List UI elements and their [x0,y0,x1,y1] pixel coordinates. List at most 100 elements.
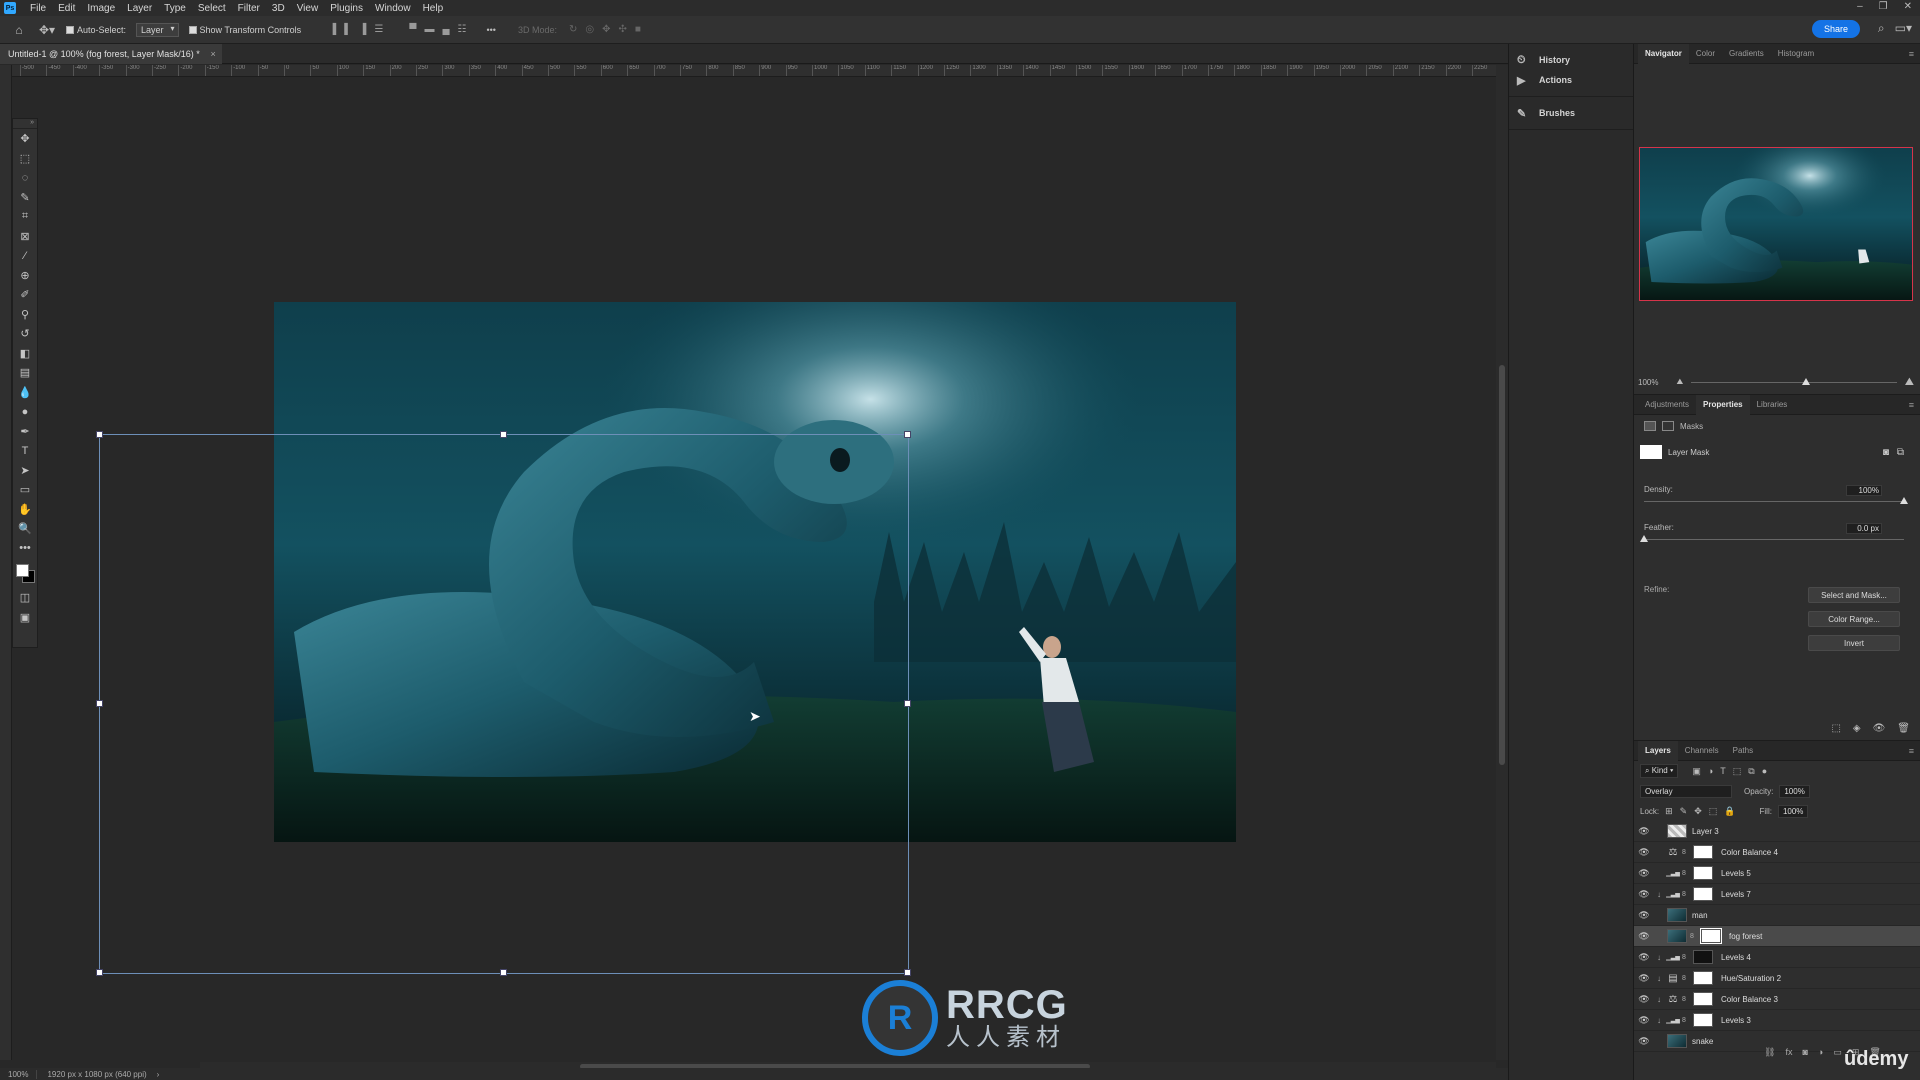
add-mask-icon[interactable]: ◙ [1802,1047,1807,1058]
more-options-button[interactable]: ••• [487,25,496,35]
visibility-eye-icon[interactable]: 👁 [1634,994,1654,1005]
navigator-zoom-value[interactable]: 100% [1638,378,1658,387]
show-transform-option[interactable]: Show Transform Controls [188,25,301,35]
workspace-icon[interactable]: ▭▾ [1895,21,1912,36]
vertical-scroll-thumb[interactable] [1499,365,1505,765]
move-tool-preset-icon[interactable]: ✥▾ [38,21,56,39]
layer-mask-thumbnail[interactable] [1693,1013,1713,1027]
screen-mode-icon[interactable]: ▣ [13,608,37,628]
menu-file[interactable]: File [24,3,52,14]
visibility-eye-icon[interactable]: 👁 [1634,847,1654,858]
zoom-tool-icon[interactable]: 🔍 [13,519,37,539]
navigator-zoom-slider[interactable] [1691,377,1897,385]
marquee-tool-icon[interactable]: ⬚ [13,149,37,169]
visibility-eye-icon[interactable]: 👁 [1634,973,1654,984]
layer-row[interactable]: 👁 ⚖ 8 Color Balance 4 [1634,842,1920,863]
vertical-scrollbar[interactable] [1496,65,1508,1060]
home-icon[interactable]: ⌂ [10,21,28,39]
mask-link-icon[interactable]: 8 [1682,975,1690,982]
visibility-eye-icon[interactable]: 👁 [1634,931,1654,942]
blend-mode-select[interactable]: Overlay [1640,784,1732,798]
filter-type-icon[interactable]: T [1720,766,1726,777]
transform-handle-left[interactable] [96,700,103,707]
feather-slider[interactable] [1644,539,1904,540]
color-range-button[interactable]: Color Range... [1808,611,1900,627]
canvas-area[interactable]: ➤ [40,78,1496,1060]
layer-row[interactable]: 👁 ▁▃▅ 8 Levels 5 [1634,863,1920,884]
vertical-ruler[interactable] [0,65,12,1060]
tab-libraries[interactable]: Libraries [1750,395,1795,415]
layers-menu-icon[interactable]: ≡ [1909,746,1914,756]
history-panel-button[interactable]: ⏲ History [1509,50,1633,70]
crop-tool-icon[interactable]: ⌗ [13,207,37,227]
menu-image[interactable]: Image [81,3,121,14]
visibility-eye-icon[interactable]: 👁 [1634,1036,1654,1047]
lock-image-icon[interactable]: ✎ [1680,806,1688,817]
slide-icon[interactable]: ✣ [619,24,627,35]
visibility-eye-icon[interactable]: 👁 [1634,889,1654,900]
mask-link-icon[interactable]: 8 [1682,849,1690,856]
distribute-h-icon[interactable]: ☰ [374,24,383,35]
menu-help[interactable]: Help [417,3,450,14]
navigator-zoom-knob[interactable] [1802,377,1811,385]
auto-select-checkbox[interactable] [66,25,74,34]
vector-mask-icon[interactable] [1662,421,1674,431]
menu-view[interactable]: View [291,3,325,14]
stamp-tool-icon[interactable]: ⚲ [13,305,37,325]
tab-gradients[interactable]: Gradients [1722,44,1771,64]
mask-link-icon[interactable]: 8 [1682,870,1690,877]
healing-tool-icon[interactable]: ⊕ [13,266,37,286]
filter-pixel-icon[interactable]: ▣ [1692,766,1701,777]
menu-filter[interactable]: Filter [232,3,266,14]
panel-menu-icon[interactable]: ≡ [1909,49,1914,59]
tab-navigator[interactable]: Navigator [1638,43,1689,64]
menu-edit[interactable]: Edit [52,3,81,14]
feather-value[interactable]: 0.0 px [1846,523,1882,534]
pixel-mask-icon[interactable] [1644,421,1656,431]
add-vector-mask-icon[interactable]: ⧉ [1897,447,1904,458]
layer-row[interactable]: 👁 ↓ ▤ 8 Hue/Saturation 2 [1634,968,1920,989]
tab-histogram[interactable]: Histogram [1771,44,1821,64]
menu-plugins[interactable]: Plugins [324,3,369,14]
layer-thumbnail[interactable] [1667,1034,1687,1048]
show-transform-checkbox[interactable] [188,25,197,34]
link-layers-icon[interactable]: ⛓ [1764,1047,1775,1058]
zoom-level[interactable]: 100% [0,1069,38,1079]
status-arrow-icon[interactable]: › [157,1070,160,1079]
layer-row[interactable]: 👁 Layer 3 [1634,821,1920,842]
mask-link-icon[interactable]: 8 [1682,1017,1690,1024]
layer-mask-thumbnail[interactable] [1693,950,1713,964]
layer-row[interactable]: 👁 ↓ ▁▃▅ 8 Levels 3 [1634,1010,1920,1031]
visibility-eye-icon[interactable]: 👁 [1634,826,1654,837]
new-adjustment-icon[interactable]: ◑ [1818,1047,1823,1058]
auto-select-dropdown[interactable]: Layer [136,22,179,37]
close-document-icon[interactable]: × [210,49,215,59]
density-knob[interactable] [1900,497,1908,504]
lasso-tool-icon[interactable]: ◌ [13,168,37,188]
layer-mask-thumbnail[interactable] [1700,928,1722,944]
properties-menu-icon[interactable]: ≡ [1909,400,1914,410]
zoom-out-icon[interactable]: ⛰ [1676,377,1683,387]
transform-handle-top[interactable] [500,431,507,438]
fx-icon[interactable]: fx [1785,1047,1792,1058]
eraser-tool-icon[interactable]: ◧ [13,344,37,364]
tab-adjustments[interactable]: Adjustments [1638,395,1696,415]
eyedropper-tool-icon[interactable]: ⁄ [13,246,37,266]
close-window-icon[interactable]: ✕ [1904,1,1912,12]
filter-adjustment-icon[interactable]: ◑ [1708,766,1713,777]
layer-row[interactable]: 👁 man [1634,905,1920,926]
density-value[interactable]: 100% [1846,485,1882,496]
layer-row[interactable]: 👁 ↓ ▁▃▅ 8 Levels 7 [1634,884,1920,905]
transform-handle-top-left[interactable] [96,431,103,438]
blur-tool-icon[interactable]: 💧 [13,383,37,403]
feather-knob[interactable] [1640,535,1648,542]
load-selection-icon[interactable]: ⬚ [1831,723,1840,734]
scale-3d-icon[interactable]: ■ [635,24,641,35]
brushes-panel-button[interactable]: ✎ Brushes [1509,103,1633,123]
transform-handle-bottom-right[interactable] [904,969,911,976]
transform-handle-top-right[interactable] [904,431,911,438]
filter-shape-icon[interactable]: ⬚ [1733,766,1742,777]
path-select-tool-icon[interactable]: ➤ [13,461,37,481]
layer-kind-filter[interactable]: ⌕ Kind ▾ [1640,764,1679,778]
document-tab[interactable]: Untitled-1 @ 100% (fog forest, Layer Mas… [0,44,222,64]
